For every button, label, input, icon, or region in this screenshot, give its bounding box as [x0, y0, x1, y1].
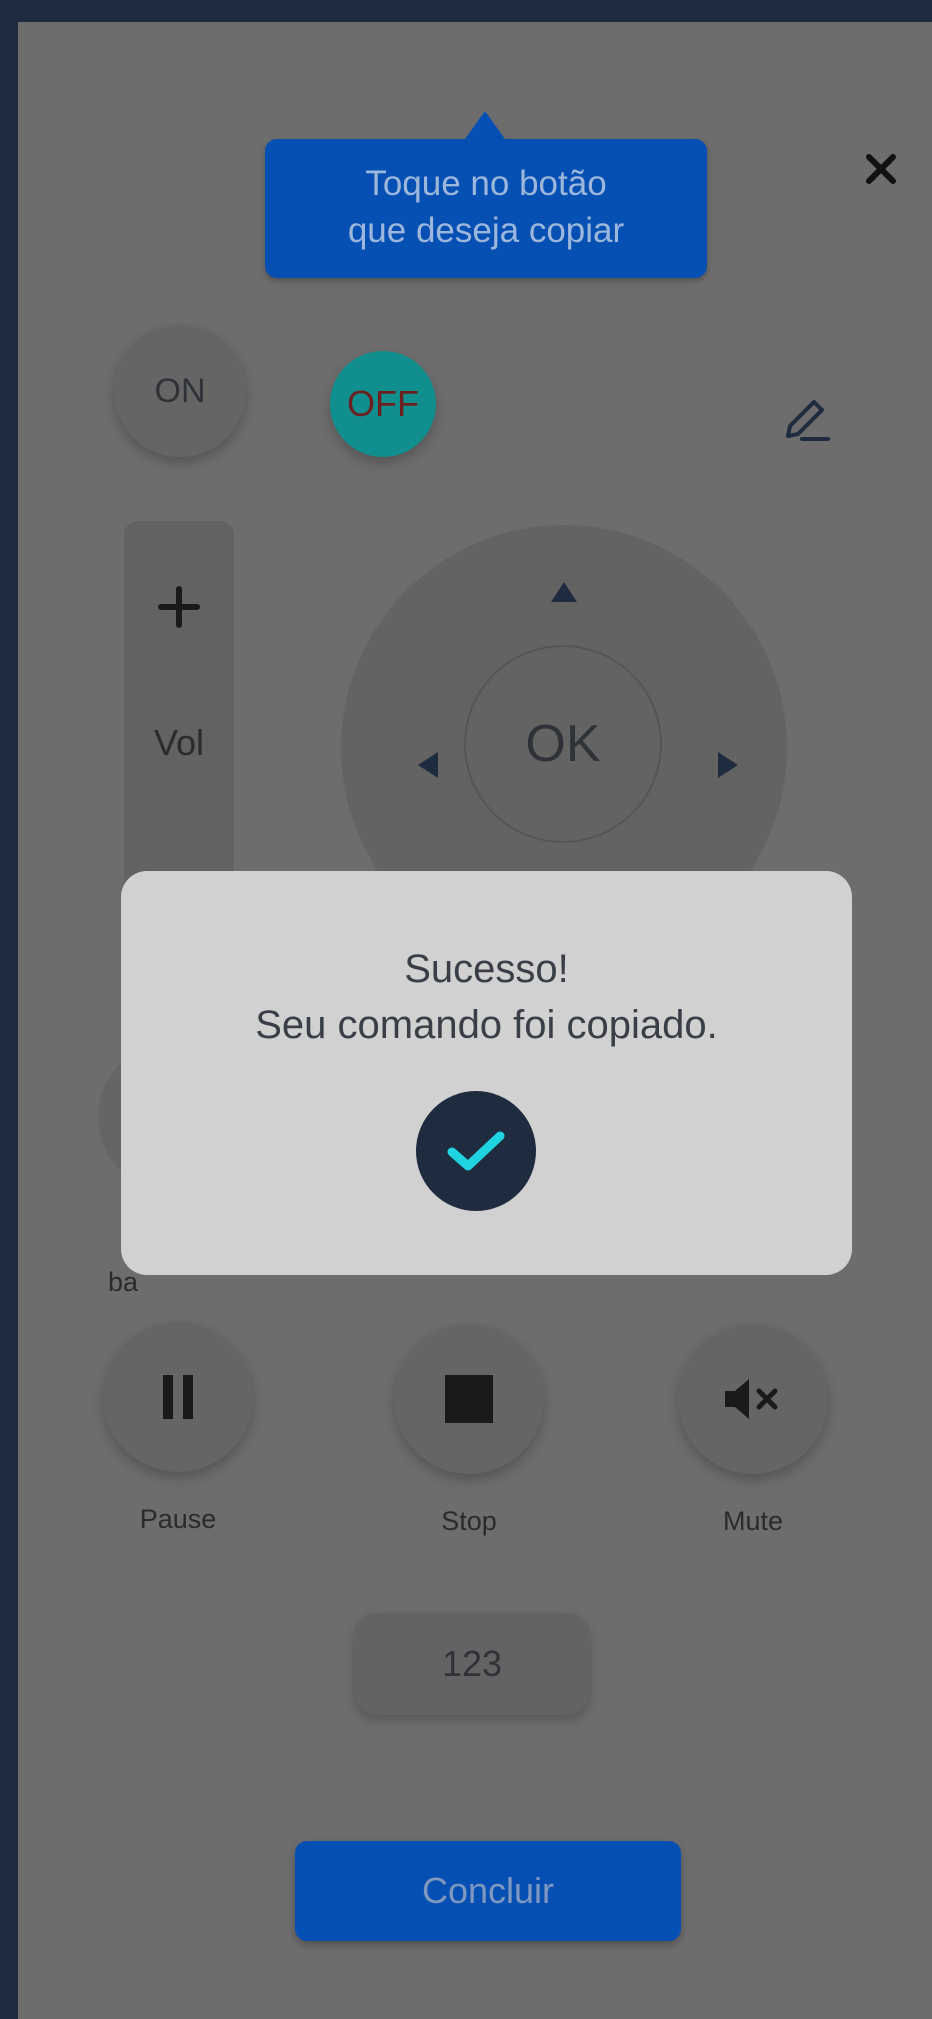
tooltip-arrow: [465, 111, 505, 139]
tooltip-line-2: que deseja copiar: [347, 211, 625, 250]
right-button[interactable]: [708, 745, 748, 785]
tooltip-line-1: Toque no botão: [365, 164, 607, 203]
pencil-icon: [786, 400, 830, 441]
success-description: Seu comando foi copiado.: [255, 1003, 718, 1047]
close-button[interactable]: [856, 144, 906, 194]
checkmark-icon: [447, 1131, 505, 1171]
success-title: Sucesso!: [404, 947, 569, 991]
plus-icon: [158, 586, 200, 628]
power-on-button[interactable]: ON: [114, 325, 246, 457]
stop-label: Stop: [441, 1506, 497, 1536]
success-dialog: [121, 871, 852, 1275]
arrow-right-icon: [718, 752, 738, 778]
up-button[interactable]: [544, 572, 584, 612]
arrow-up-icon: [551, 582, 577, 602]
pause-icon: [163, 1375, 193, 1419]
ok-button[interactable]: OK: [464, 645, 662, 843]
arrow-left-icon: [418, 752, 438, 778]
done-button[interactable]: Concluir: [295, 1841, 681, 1941]
close-icon: [866, 154, 896, 184]
numbers-button[interactable]: 123: [354, 1613, 590, 1715]
mute-icon: [725, 1379, 778, 1419]
stop-icon: [445, 1375, 493, 1423]
left-button[interactable]: [408, 745, 448, 785]
mute-button[interactable]: [678, 1324, 828, 1474]
edit-button[interactable]: [778, 392, 834, 448]
mute-label: Mute: [722, 1506, 784, 1536]
stop-button[interactable]: [394, 1324, 544, 1474]
pause-button[interactable]: [103, 1322, 253, 1472]
success-badge: [416, 1091, 536, 1211]
volume-up-button[interactable]: [124, 567, 234, 647]
remote-screen: Toque no botão que deseja copiar ON OFF …: [18, 22, 932, 2019]
success-message: Sucesso! Seu comando foi copiado.: [121, 941, 852, 1053]
volume-label: Vol: [153, 722, 205, 763]
power-off-button[interactable]: OFF: [330, 351, 436, 457]
copy-hint-tooltip: Toque no botão que deseja copiar: [265, 139, 707, 278]
pause-label: Pause: [139, 1504, 217, 1534]
